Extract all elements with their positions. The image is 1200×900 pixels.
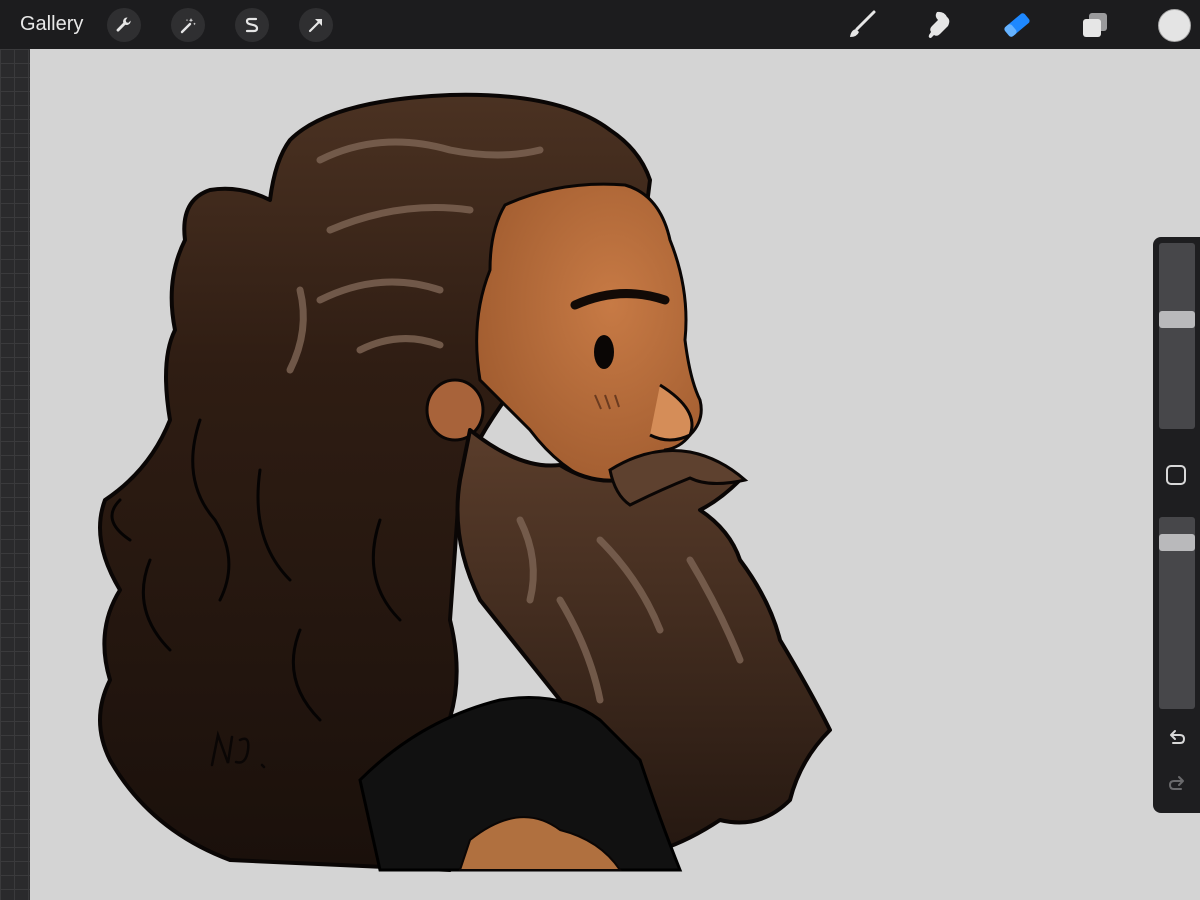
- eraser-tool[interactable]: [999, 7, 1035, 43]
- magic-wand-icon: [180, 18, 196, 34]
- artwork-illustration: [98, 92, 832, 872]
- brush-icon: [850, 10, 876, 37]
- ear-shape: [425, 378, 485, 442]
- opacity-slider[interactable]: [1159, 517, 1195, 709]
- wrench-icon: [116, 17, 131, 32]
- smudge-tool[interactable]: [921, 7, 957, 43]
- left-grid-margin: [0, 49, 30, 900]
- right-sidebar: [1153, 237, 1200, 813]
- top-toolbar: Gallery: [0, 0, 1200, 49]
- layers-icon: [1083, 13, 1107, 37]
- smudge-icon: [928, 11, 950, 38]
- color-picker-button[interactable]: [1158, 9, 1191, 42]
- arrow-transform-icon: [308, 18, 323, 33]
- eye: [594, 335, 614, 369]
- drawing-canvas[interactable]: [30, 49, 1200, 900]
- brush-size-slider[interactable]: [1159, 243, 1195, 429]
- undo-button[interactable]: [1165, 726, 1189, 750]
- gallery-button[interactable]: Gallery: [20, 12, 83, 36]
- adjustments-button[interactable]: [171, 8, 205, 42]
- brush-tool[interactable]: [844, 7, 880, 43]
- layers-tool[interactable]: [1077, 7, 1113, 43]
- brush-size-thumb[interactable]: [1159, 311, 1195, 328]
- procreate-app: Gallery: [0, 0, 1200, 900]
- actions-button[interactable]: [107, 8, 141, 42]
- undo-icon: [1170, 730, 1186, 744]
- redo-icon: [1168, 776, 1184, 790]
- transform-button[interactable]: [299, 8, 333, 42]
- selection-s-icon: [245, 17, 259, 33]
- selection-button[interactable]: [235, 8, 269, 42]
- redo-button[interactable]: [1165, 772, 1189, 796]
- opacity-thumb[interactable]: [1159, 534, 1195, 551]
- eraser-icon: [1004, 13, 1030, 37]
- modify-square-icon[interactable]: [1166, 465, 1186, 485]
